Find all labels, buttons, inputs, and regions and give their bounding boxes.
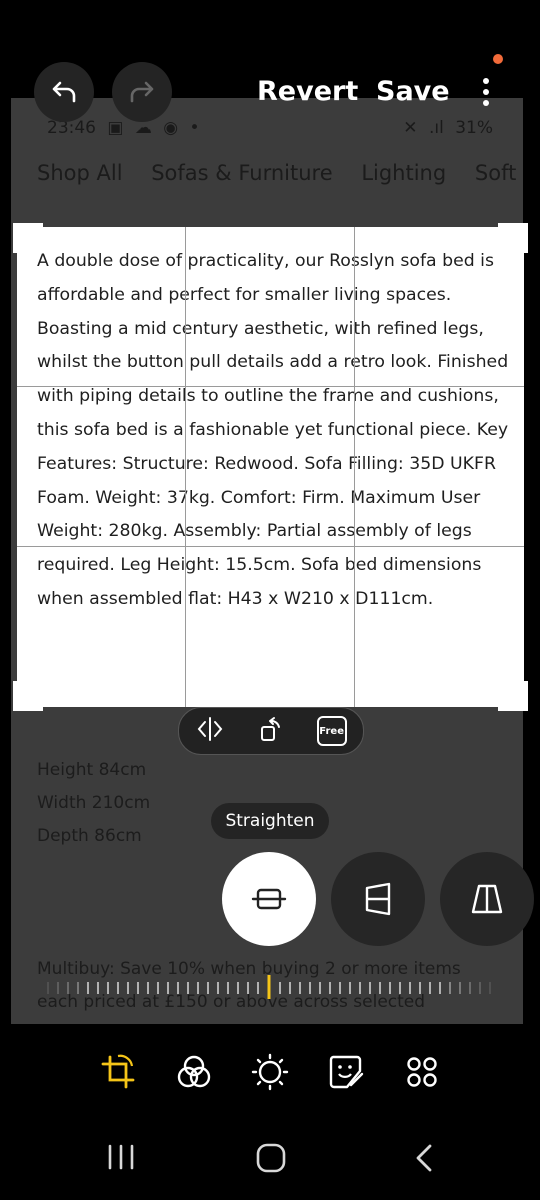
crop-text: A double dose of practicality, our Rossl…	[37, 251, 509, 609]
straighten-icon	[251, 888, 287, 910]
photo-dimension-depth: Depth 86cm	[37, 826, 142, 846]
photo-status-bar: 23:46 ▣ ☁ ◉ • ✕ .ıl 31%	[47, 118, 499, 138]
horizontal-perspective-icon	[471, 884, 503, 914]
crop-handle-bottom-right[interactable]	[498, 681, 528, 711]
recent-apps-button[interactable]	[104, 1142, 138, 1172]
crop-handle-bottom-left[interactable]	[13, 681, 43, 711]
rotate-button[interactable]	[258, 715, 284, 747]
undo-icon	[52, 81, 76, 103]
dot-icon: •	[189, 118, 200, 138]
crop-grid-line	[185, 227, 186, 707]
photo-dimension-height: Height 84cm	[37, 760, 147, 780]
photo-nav-item: Lighting	[361, 161, 447, 185]
aspect-ratio-label: Free	[319, 725, 344, 737]
gallery-icon: ▣	[107, 118, 124, 138]
flip-button[interactable]	[195, 716, 225, 746]
straighten-tooltip: Straighten	[211, 803, 329, 839]
home-button[interactable]	[255, 1142, 287, 1174]
recent-apps-icon	[108, 1144, 134, 1170]
more-tools-tab[interactable]	[402, 1052, 442, 1092]
redo-button[interactable]	[112, 62, 172, 122]
transform-tab[interactable]	[98, 1052, 138, 1092]
aspect-ratio-button[interactable]: Free	[316, 716, 347, 746]
decorations-tab[interactable]	[326, 1052, 366, 1092]
back-button[interactable]	[410, 1142, 438, 1174]
more-options-button[interactable]	[474, 76, 498, 108]
photo-nav-item: Sofas & Furniture	[151, 161, 333, 185]
horizontal-perspective-button[interactable]	[440, 852, 534, 946]
flip-icon	[198, 717, 223, 741]
chrome-icon: ◉	[163, 118, 179, 138]
vertical-perspective-button[interactable]	[331, 852, 425, 946]
photo-nav-item: Soft F	[474, 161, 523, 185]
mute-icon: ✕	[403, 118, 418, 138]
notification-dot	[493, 54, 503, 64]
photo-dimensions: Height 84cm Width 210cm Depth 86cm	[37, 754, 150, 853]
adjust-tab[interactable]	[250, 1052, 290, 1092]
back-icon	[416, 1144, 432, 1172]
more-vertical-icon	[483, 78, 489, 106]
filters-icon	[177, 1055, 211, 1088]
crop-rotate-icon	[101, 1054, 135, 1089]
save-button[interactable]: Save	[376, 76, 450, 107]
angle-ruler	[47, 975, 491, 999]
photo-nav-item: Shop All	[37, 161, 123, 185]
sticker-draw-icon	[329, 1055, 364, 1089]
undo-button[interactable]	[34, 62, 94, 122]
crop-grid-line	[17, 386, 524, 387]
crop-grid-line	[17, 546, 524, 547]
crop-grid-line	[354, 227, 355, 707]
photo-shop-nav: Shop All Sofas & Furniture Lighting Soft…	[37, 161, 523, 185]
crop-handle-top-right[interactable]	[498, 223, 528, 253]
signal-icon: .ıl	[428, 118, 444, 138]
rotate-icon	[260, 717, 280, 741]
vertical-perspective-icon	[365, 882, 391, 916]
crop-area[interactable]: A double dose of practicality, our Rossl…	[13, 223, 528, 711]
redo-icon	[130, 81, 154, 103]
filters-tab[interactable]	[174, 1052, 214, 1092]
photo-dimension-width: Width 210cm	[37, 793, 151, 813]
revert-button[interactable]: Revert	[257, 76, 358, 107]
photo-status-battery: 31%	[455, 118, 493, 138]
home-icon	[256, 1143, 286, 1173]
straighten-mode-button[interactable]	[222, 852, 316, 946]
apps-grid-icon	[407, 1057, 437, 1087]
crop-handle-top-left[interactable]	[13, 223, 43, 253]
crop-tool-pill: Free	[178, 707, 364, 755]
brightness-icon	[251, 1053, 289, 1091]
angle-slider[interactable]	[40, 974, 500, 1000]
